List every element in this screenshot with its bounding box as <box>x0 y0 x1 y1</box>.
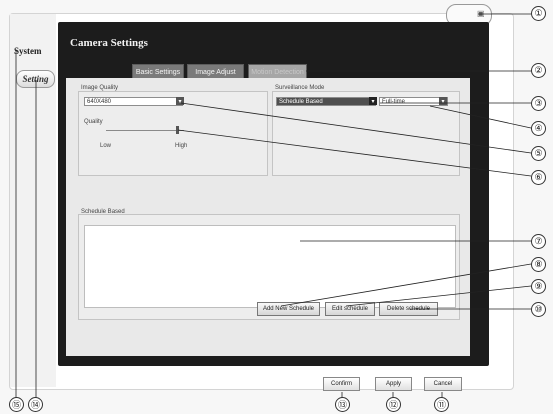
callout-1: ① <box>531 6 546 21</box>
callout-4: ④ <box>531 121 546 136</box>
callout-13: ⑬ <box>335 397 350 412</box>
callout-2: ② <box>531 63 546 78</box>
callout-9: ⑨ <box>531 279 546 294</box>
callout-6: ⑥ <box>531 170 546 185</box>
callout-10: ⑩ <box>531 302 546 317</box>
callout-14: ⑭ <box>28 397 43 412</box>
callout-5: ⑤ <box>531 146 546 161</box>
callout-8: ⑧ <box>531 257 546 272</box>
callout-12: ⑫ <box>386 397 401 412</box>
callout-15: ⑮ <box>9 397 24 412</box>
callout-leader-lines <box>15 13 532 407</box>
callout-11: ⑪ <box>434 397 449 412</box>
callout-3: ③ <box>531 96 546 111</box>
callout-7: ⑦ <box>531 234 546 249</box>
